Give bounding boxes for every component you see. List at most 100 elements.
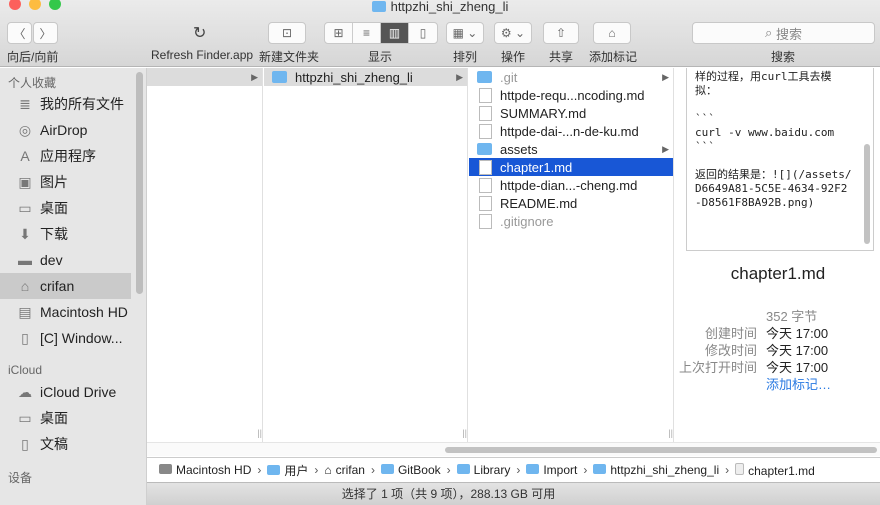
- new-folder-button[interactable]: ⊡: [268, 22, 306, 44]
- gear-icon: ⚙ ⌄: [500, 26, 526, 40]
- folder-icon: [267, 464, 281, 475]
- cover-flow-icon[interactable]: ▯: [409, 23, 437, 43]
- disclosure-arrow-icon: ▶: [456, 71, 463, 82]
- sidebar-item-icon: ▭: [18, 410, 32, 426]
- back-button[interactable]: 〈: [7, 22, 32, 44]
- sidebar-item[interactable]: ◎ AirDrop: [0, 117, 131, 143]
- arrange-icon: ▦ ⌄: [452, 26, 478, 40]
- sidebar-item[interactable]: ▤ Macintosh HD: [0, 299, 131, 325]
- path-segment[interactable]: 用户: [267, 462, 308, 479]
- sidebar-item[interactable]: ≣ 我的所有文件: [0, 91, 131, 117]
- sidebar-item[interactable]: ▭ 桌面: [0, 195, 131, 221]
- list-view-icon[interactable]: ≡: [353, 23, 381, 43]
- column-2: httpzhi_shi_zheng_li ▶ ||: [264, 68, 468, 442]
- folder-icon: [380, 464, 394, 474]
- path-segment-label: Import: [543, 463, 578, 477]
- chevron-right-icon: ›: [314, 463, 319, 477]
- chevron-right-icon: ›: [583, 463, 588, 477]
- path-segment[interactable]: Macintosh HD: [159, 463, 251, 477]
- list-item[interactable]: httpzhi_shi_zheng_li ▶: [264, 68, 467, 86]
- item-name: httpde-dian...-cheng.md: [500, 177, 638, 193]
- icloud-header: iCloud: [8, 363, 43, 377]
- item-name: .gitignore: [500, 213, 554, 229]
- list-item[interactable]: chapter1.md: [469, 158, 673, 176]
- sidebar-item-icon: ⌂: [20, 278, 30, 294]
- sidebar-scrollbar[interactable]: [136, 72, 143, 294]
- search-input[interactable]: ⌕ 搜索: [692, 22, 875, 44]
- sidebar-item-label: 下载: [40, 226, 68, 242]
- share-button[interactable]: ⇧: [543, 22, 579, 44]
- horizontal-scrollbar[interactable]: [147, 442, 880, 456]
- tag-button[interactable]: ⌂: [593, 22, 631, 44]
- list-item[interactable]: httpde-dai-...n-de-ku.md: [469, 122, 673, 140]
- folder-icon: [477, 71, 492, 83]
- folder-icon: [456, 464, 470, 474]
- scrollbar-thumb[interactable]: [445, 447, 877, 453]
- column-resize-handle[interactable]: ||: [668, 428, 673, 438]
- sidebar-item[interactable]: ▯ 文稿: [0, 431, 131, 457]
- column-1: ▶ ||: [147, 68, 263, 442]
- list-item[interactable]: .gitignore: [469, 212, 673, 230]
- sidebar-item[interactable]: ▬ dev: [0, 247, 131, 273]
- sidebar-item-icon: ▭: [18, 200, 32, 216]
- disclosure-arrow-icon: ▶: [662, 143, 669, 154]
- file-icon: [479, 105, 492, 121]
- path-segment-label: chapter1.md: [748, 463, 815, 478]
- chevron-right-icon: ›: [257, 463, 262, 477]
- column-resize-handle[interactable]: ||: [257, 428, 262, 438]
- disclosure-arrow-icon: ▶: [251, 71, 258, 82]
- path-segment[interactable]: ⌂ crifan: [324, 463, 365, 477]
- preview-text: 样的过程，用curl工具去模 拟： ``` curl -v www.baidu.…: [695, 70, 852, 209]
- share-icon: ⇧: [555, 26, 567, 40]
- list-item[interactable]: SUMMARY.md: [469, 104, 673, 122]
- file-icon: [479, 87, 492, 103]
- sidebar-item-icon: ▯: [21, 436, 29, 452]
- action-button[interactable]: ⚙ ⌄: [494, 22, 532, 44]
- add-tag-link[interactable]: 添加标记…: [766, 374, 831, 393]
- sidebar-item-label: dev: [40, 252, 63, 268]
- disk-icon: [159, 464, 172, 474]
- file-icon: [479, 177, 492, 193]
- path-segment[interactable]: Library: [456, 463, 510, 477]
- list-item[interactable]: httpde-requ...ncoding.md: [469, 86, 673, 104]
- sidebar: 个人收藏 ≣ 我的所有文件 ◎ AirDrop A 应用程序 ▣ 图片 ▭ 桌面 ⬇ 下载 ▬ dev ⌂ c…: [0, 68, 147, 505]
- sidebar-item[interactable]: ▣ 图片: [0, 169, 131, 195]
- folder-icon: [371, 1, 386, 12]
- preview-scrollbar[interactable]: [864, 144, 870, 244]
- path-segment[interactable]: Import: [526, 463, 577, 477]
- path-segment[interactable]: GitBook: [380, 463, 441, 477]
- icon-view-icon[interactable]: ⊞: [325, 23, 353, 43]
- column-view-icon[interactable]: ▥: [381, 23, 409, 43]
- list-item[interactable]: httpde-dian...-cheng.md: [469, 176, 673, 194]
- view-mode-control[interactable]: ⊞ ≡ ▥ ▯: [324, 22, 438, 44]
- item-name: SUMMARY.md: [500, 105, 587, 121]
- column-1-selected-row[interactable]: ▶: [147, 68, 262, 86]
- refresh-icon[interactable]: ↻: [193, 23, 206, 43]
- sidebar-item-icon: ▤: [18, 304, 32, 320]
- list-item[interactable]: README.md: [469, 194, 673, 212]
- path-segment-label: httpzhi_shi_zheng_li: [610, 463, 720, 477]
- sidebar-item[interactable]: ☁ iCloud Drive: [0, 379, 131, 405]
- sidebar-item-label: AirDrop: [40, 122, 88, 138]
- file-icon: [479, 213, 492, 229]
- sidebar-item[interactable]: ▯ [C] Window...: [0, 325, 131, 351]
- sidebar-item-icon: ☁: [18, 384, 32, 400]
- path-segment[interactable]: chapter1.md: [735, 462, 815, 478]
- folder-icon: [272, 71, 287, 83]
- sidebar-item[interactable]: ⬇ 下载: [0, 221, 131, 247]
- list-item[interactable]: assets ▶: [469, 140, 673, 158]
- path-segment[interactable]: httpzhi_shi_zheng_li: [593, 463, 719, 477]
- chevron-right-icon: ›: [446, 463, 451, 477]
- folder-icon: [477, 143, 492, 155]
- column-resize-handle[interactable]: ||: [462, 428, 467, 438]
- arrange-button[interactable]: ▦ ⌄: [446, 22, 484, 44]
- column-3: .git ▶ httpde-requ...ncoding.md SUMMARY.md h…: [469, 68, 674, 442]
- sidebar-item[interactable]: A 应用程序: [0, 143, 131, 169]
- search-placeholder: 搜索: [775, 26, 802, 42]
- list-item[interactable]: .git ▶: [469, 68, 673, 86]
- sidebar-item-label: Macintosh HD: [40, 304, 128, 320]
- refresh-finder-button[interactable]: Refresh Finder.app: [151, 48, 253, 62]
- sidebar-item[interactable]: ▭ 桌面: [0, 405, 131, 431]
- forward-button[interactable]: 〉: [33, 22, 58, 44]
- sidebar-item[interactable]: ⌂ crifan: [0, 273, 131, 299]
